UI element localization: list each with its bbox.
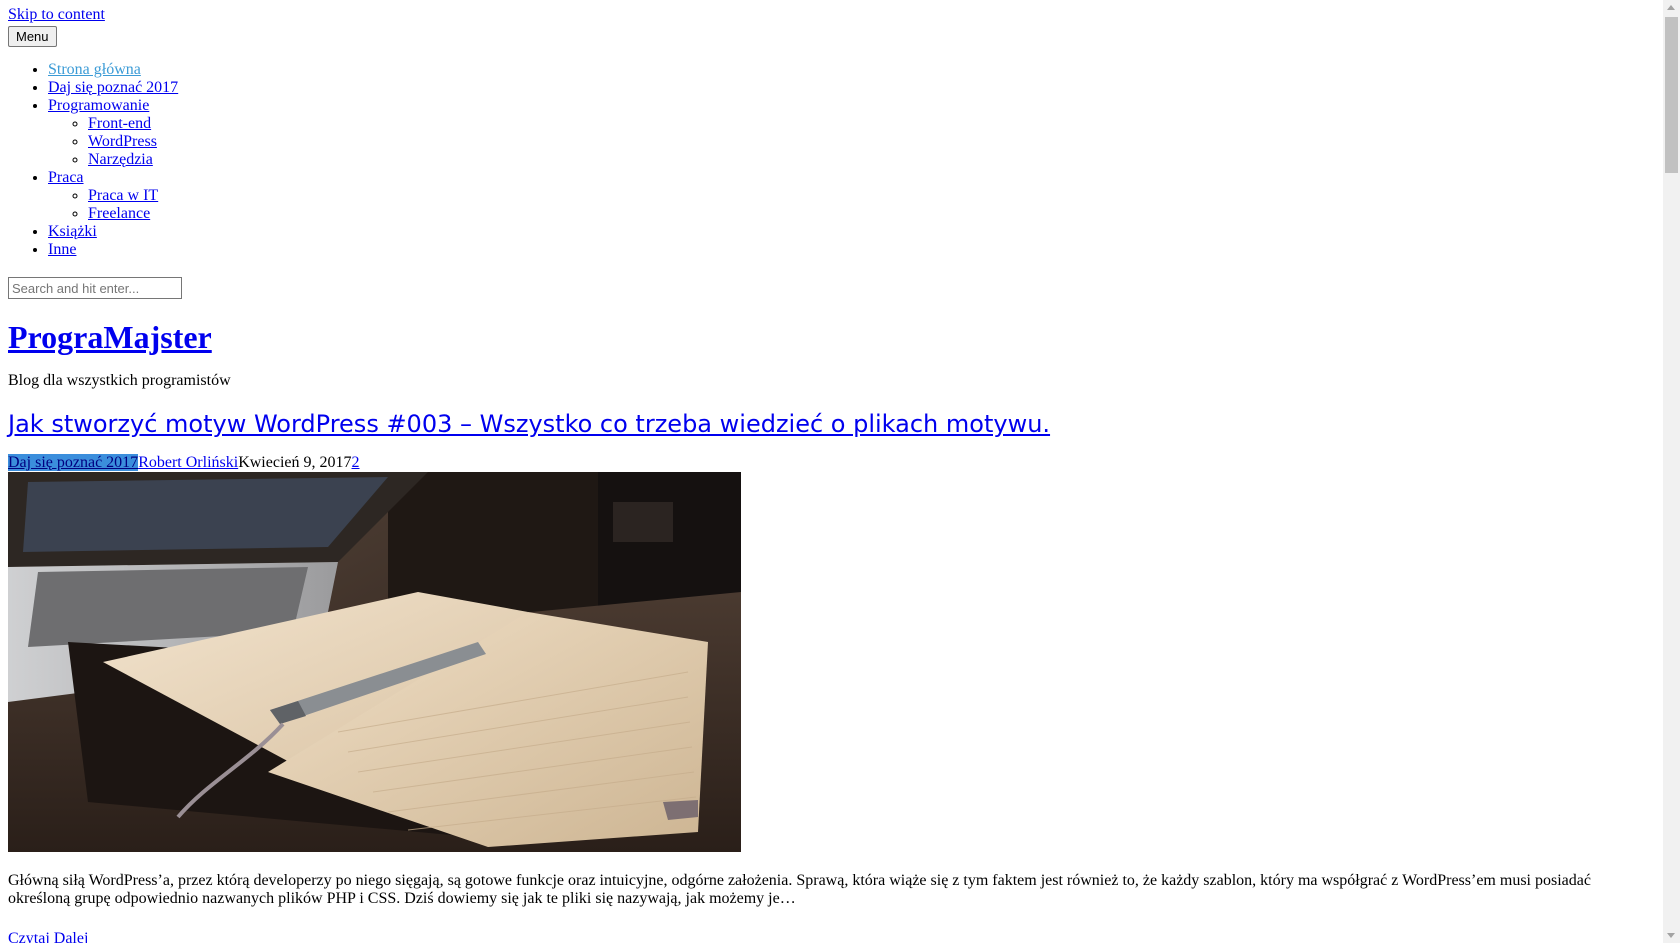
nav-item-front-end: Front-end [88,115,1648,133]
post-author-link[interactable]: Robert Orliński [138,454,238,471]
post-title: Jak stworzyć motyw WordPress #003 – Wszy… [8,408,1648,440]
menu-button[interactable]: Menu [8,26,57,47]
nav-link-inne[interactable]: Inne [48,241,76,258]
nav-link-narzedzia[interactable]: Narzędzia [88,151,153,168]
nav-link-freelance[interactable]: Freelance [88,205,150,222]
nav-link-wordpress[interactable]: WordPress [88,133,157,150]
post-date: Kwiecień 9, 2017 [238,454,352,471]
nav-item-ksiazki: Książki [48,223,1648,241]
scroll-up-arrow-icon[interactable] [1667,5,1675,10]
search-form [8,277,1648,299]
post-category-link[interactable]: Daj się poznać 2017 [8,454,139,471]
site-description: Blog dla wszystkich programistów [8,372,231,389]
submenu-praca: Praca w IT Freelance [48,187,1648,223]
nav-item-narzedzia: Narzędzia [88,151,1648,169]
featured-image-notebook-pen[interactable] [8,472,741,852]
site-title: PrograMajster [8,319,1648,356]
post-comments-link[interactable]: 2 [352,454,360,471]
nav-item-daj-sie-poznac: Daj się poznać 2017 [48,79,1648,97]
nav-item-programowanie: Programowanie Front-end WordPress Narzęd… [48,97,1648,169]
primary-navigation: Strona główna Daj się poznać 2017 Progra… [8,61,1648,259]
nav-link-daj-sie-poznac[interactable]: Daj się poznać 2017 [48,79,178,96]
vertical-scrollbar[interactable] [1663,0,1680,943]
nav-item-praca-w-it: Praca w IT [88,187,1648,205]
read-more-link[interactable]: Czytaj Dalej [8,930,1648,943]
page: Skip to content Menu Strona główna Daj s… [8,6,1648,943]
skip-to-content-link[interactable]: Skip to content [8,6,1648,24]
nav-link-programowanie[interactable]: Programowanie [48,97,149,114]
nav-item-freelance: Freelance [88,205,1648,223]
nav-link-praca[interactable]: Praca [48,169,84,186]
scrollbar-thumb[interactable] [1665,17,1678,173]
site-title-link[interactable]: PrograMajster [8,319,212,355]
nav-item-wordpress: WordPress [88,133,1648,151]
nav-item-praca: Praca Praca w IT Freelance [48,169,1648,223]
nav-item-inne: Inne [48,241,1648,259]
nav-item-home: Strona główna [48,61,1648,79]
nav-link-ksiazki[interactable]: Książki [48,223,97,240]
scroll-down-arrow-icon[interactable] [1667,933,1675,938]
nav-link-home[interactable]: Strona główna [48,61,141,78]
nav-link-front-end[interactable]: Front-end [88,115,151,132]
nav-link-praca-w-it[interactable]: Praca w IT [88,187,158,204]
post-title-link[interactable]: Jak stworzyć motyw WordPress #003 – Wszy… [8,410,1050,438]
submenu-programowanie: Front-end WordPress Narzędzia [48,115,1648,169]
post-meta: Daj się poznać 2017Robert OrlińskiKwieci… [8,454,1648,472]
post-excerpt: Główną siłą WordPress’a, przez którą dev… [8,872,1591,907]
search-input[interactable] [8,277,182,299]
